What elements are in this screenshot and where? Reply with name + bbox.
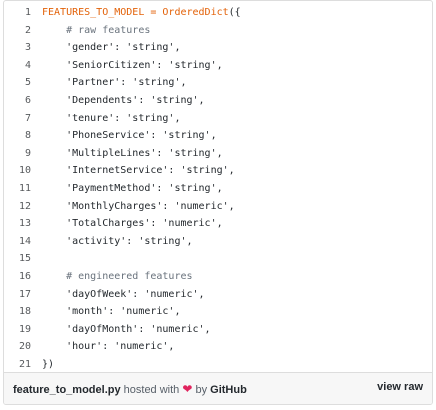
code-text: 'tenure': 'string', xyxy=(42,112,181,124)
gist-meta: feature_to_model.py hosted with ❤ by Git… xyxy=(13,382,247,396)
line-content: 'month': 'numeric', xyxy=(42,303,180,321)
code-block: 1 FEATURES_TO_MODEL = OrderedDict({2 # ra… xyxy=(4,1,432,374)
line-number[interactable]: 4 xyxy=(4,57,31,75)
code-text: 'hour': 'numeric', xyxy=(42,341,175,353)
code-line: 6 'Dependents': 'string', xyxy=(4,92,432,110)
line-number[interactable]: 9 xyxy=(4,145,31,163)
code-line: 8 'PhoneService': 'string', xyxy=(4,127,432,145)
code-text: 'MultipleLines': 'string', xyxy=(42,147,223,159)
code-text: 'PaymentMethod': 'string', xyxy=(42,182,223,194)
line-number[interactable]: 5 xyxy=(4,74,31,92)
code-line: 9 'MultipleLines': 'string', xyxy=(4,145,432,163)
code-line: 19 'dayOfMonth': 'numeric', xyxy=(4,321,432,339)
line-number[interactable]: 21 xyxy=(4,356,31,374)
github-link[interactable]: GitHub xyxy=(210,384,247,396)
code-line: 18 'month': 'numeric', xyxy=(4,303,432,321)
line-number[interactable]: 10 xyxy=(4,162,31,180)
line-number[interactable]: 19 xyxy=(4,321,31,339)
code-line: 13 'TotalCharges': 'numeric', xyxy=(4,215,432,233)
code-text: 'SeniorCitizen': 'string', xyxy=(42,59,223,71)
code-text: 'InternetService': 'string', xyxy=(42,165,235,177)
line-number[interactable]: 6 xyxy=(4,92,31,110)
line-content: 'SeniorCitizen': 'string', xyxy=(42,57,223,75)
code-line: 5 'Partner': 'string', xyxy=(4,74,432,92)
line-content: 'Dependents': 'string', xyxy=(42,92,205,110)
code-identifier: FEATURES_TO_MODEL = OrderedDict xyxy=(42,7,229,18)
code-comment: # raw features xyxy=(42,24,151,36)
line-content: 'hour': 'numeric', xyxy=(42,338,174,356)
line-number[interactable]: 7 xyxy=(4,110,31,128)
line-number[interactable]: 17 xyxy=(4,286,31,304)
heart-icon: ❤ xyxy=(182,382,193,396)
gist-embed: 1 FEATURES_TO_MODEL = OrderedDict({2 # ra… xyxy=(3,0,433,405)
line-content: 'Partner': 'string', xyxy=(42,74,187,92)
code-line: 17 'dayOfWeek': 'numeric', xyxy=(4,286,432,304)
line-content: 'MonthlyCharges': 'numeric', xyxy=(42,198,235,216)
code-line: 4 'SeniorCitizen': 'string', xyxy=(4,57,432,75)
line-number[interactable]: 1 xyxy=(4,4,31,22)
by-text: by xyxy=(192,384,211,396)
line-number[interactable]: 8 xyxy=(4,127,31,145)
code-line: 16 # engineered features xyxy=(4,268,432,286)
line-content: FEATURES_TO_MODEL = OrderedDict({ xyxy=(42,4,241,22)
code-text: 'activity': 'string', xyxy=(42,235,193,247)
line-content: 'dayOfWeek': 'numeric', xyxy=(42,286,205,304)
line-number[interactable]: 2 xyxy=(4,22,31,40)
code-line: 15 xyxy=(4,250,432,268)
code-line: 3 'gender': 'string', xyxy=(4,39,432,57)
file-link[interactable]: feature_to_model.py xyxy=(13,384,121,396)
code-line: 12 'MonthlyCharges': 'numeric', xyxy=(4,198,432,216)
line-content: 'PaymentMethod': 'string', xyxy=(42,180,223,198)
code-line: 2 # raw features xyxy=(4,22,432,40)
line-content: 'gender': 'string', xyxy=(42,39,180,57)
code-line: 1 FEATURES_TO_MODEL = OrderedDict({ xyxy=(4,4,432,22)
view-raw-link[interactable]: view raw xyxy=(377,381,423,393)
code-text: 'dayOfMonth': 'numeric', xyxy=(42,323,211,335)
code-line: 11 'PaymentMethod': 'string', xyxy=(4,180,432,198)
code-text: 'Dependents': 'string', xyxy=(42,94,205,106)
line-number[interactable]: 20 xyxy=(4,338,31,356)
code-text: ({ xyxy=(228,7,241,18)
code-text: }) xyxy=(42,358,55,370)
line-number[interactable]: 16 xyxy=(4,268,31,286)
line-number[interactable]: 15 xyxy=(4,250,31,268)
code-line: 10 'InternetService': 'string', xyxy=(4,162,432,180)
line-number[interactable]: 14 xyxy=(4,233,31,251)
line-content: 'TotalCharges': 'numeric', xyxy=(42,215,223,233)
code-text: 'PhoneService': 'string', xyxy=(42,130,217,142)
line-content: # engineered features xyxy=(42,268,193,286)
line-number[interactable]: 11 xyxy=(4,180,31,198)
line-content: 'PhoneService': 'string', xyxy=(42,127,217,145)
code-comment: # engineered features xyxy=(42,270,193,282)
gist-footer: feature_to_model.py hosted with ❤ by Git… xyxy=(4,372,432,404)
code-line: 21}) xyxy=(4,356,432,374)
code-line: 14 'activity': 'string', xyxy=(4,233,432,251)
line-number[interactable]: 18 xyxy=(4,303,31,321)
line-content: }) xyxy=(42,356,54,374)
line-content: 'dayOfMonth': 'numeric', xyxy=(42,321,211,339)
hosted-with-text: hosted with xyxy=(120,384,183,396)
code-text: 'MonthlyCharges': 'numeric', xyxy=(42,200,235,212)
line-content: 'activity': 'string', xyxy=(42,233,193,251)
line-content: 'tenure': 'string', xyxy=(42,110,180,128)
line-content: 'MultipleLines': 'string', xyxy=(42,145,223,163)
line-content: # raw features xyxy=(42,22,150,40)
code-text: 'dayOfWeek': 'numeric', xyxy=(42,288,205,300)
code-text: 'gender': 'string', xyxy=(42,42,181,54)
code-text: 'Partner': 'string', xyxy=(42,77,187,89)
line-content: 'InternetService': 'string', xyxy=(42,162,235,180)
line-number[interactable]: 3 xyxy=(4,39,31,57)
code-line: 7 'tenure': 'string', xyxy=(4,110,432,128)
code-line: 20 'hour': 'numeric', xyxy=(4,338,432,356)
line-number[interactable]: 13 xyxy=(4,215,31,233)
code-text: 'TotalCharges': 'numeric', xyxy=(42,218,223,230)
line-number[interactable]: 12 xyxy=(4,198,31,216)
code-text: 'month': 'numeric', xyxy=(42,306,181,318)
